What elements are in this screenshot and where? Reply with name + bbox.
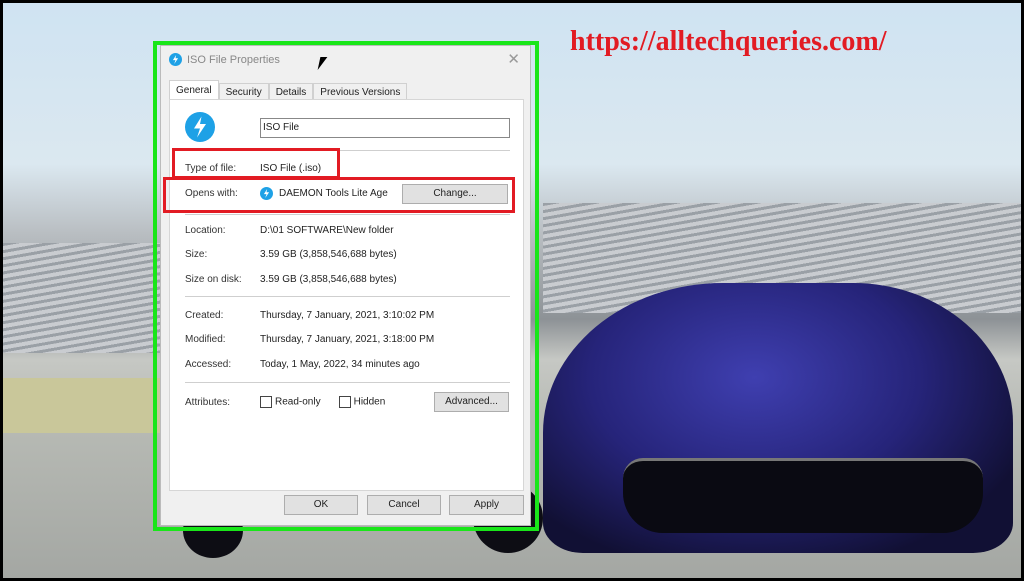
green-highlight-box <box>153 41 539 531</box>
car-grille <box>623 458 983 533</box>
stadium-stand <box>3 243 163 353</box>
red-highlight-type-of-file <box>172 148 340 179</box>
red-highlight-opens-with <box>163 177 515 213</box>
grass <box>3 378 163 433</box>
website-watermark: https://alltechqueries.com/ <box>570 26 887 57</box>
